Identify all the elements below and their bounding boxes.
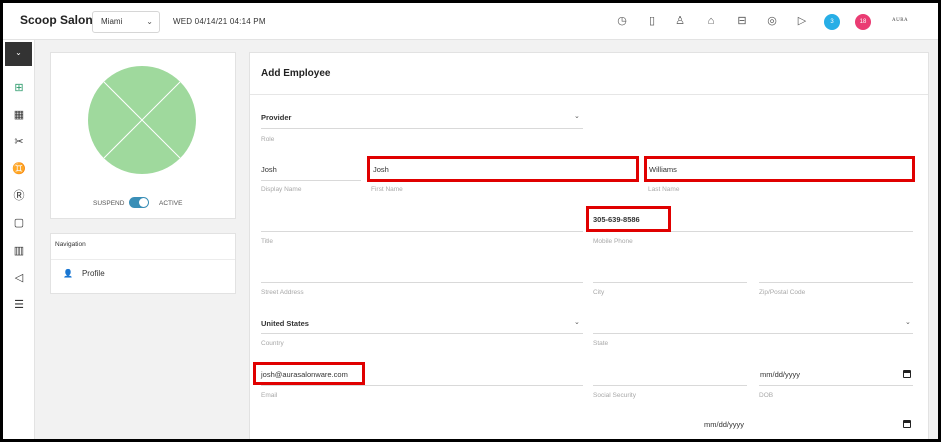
brand-name: Scoop Salon bbox=[20, 13, 93, 27]
icon-rail: ⌄ ⊞ ▦ ✂ ♊ Ⓡ ▢ ▥ ◁ ☰ bbox=[3, 40, 35, 439]
megaphone-icon[interactable]: ◁ bbox=[11, 270, 27, 286]
highlight-first-name bbox=[367, 156, 639, 182]
highlight-last-name bbox=[644, 156, 915, 182]
dob-underline bbox=[759, 385, 913, 386]
title-underline[interactable] bbox=[261, 231, 583, 232]
last-name-label: Last Name bbox=[648, 186, 680, 193]
country-label: Country bbox=[261, 340, 284, 347]
mobile-phone-label: Mobile Phone bbox=[593, 238, 633, 245]
play-icon[interactable]: ▷ bbox=[795, 14, 809, 28]
book-icon[interactable]: ▯ bbox=[645, 14, 659, 28]
calendar-icon[interactable] bbox=[903, 370, 911, 378]
aura-logo: AURA bbox=[892, 18, 909, 23]
ssn-input[interactable] bbox=[593, 385, 747, 386]
highlight-email bbox=[253, 362, 365, 385]
app-window: Scoop Salon Miami ⌄ WED 04/14/21 04:14 P… bbox=[3, 3, 938, 439]
zip-label: Zip/Postal Code bbox=[759, 289, 806, 296]
calendar-icon[interactable] bbox=[903, 420, 911, 428]
chevron-down-icon[interactable]: ⌄ bbox=[574, 112, 580, 120]
divider bbox=[51, 259, 235, 260]
person-icon: 👤 bbox=[63, 269, 73, 278]
lifebuoy-icon[interactable]: ◎ bbox=[765, 14, 779, 28]
status-toggle[interactable] bbox=[129, 197, 149, 208]
street-address-label: Street Address bbox=[261, 289, 304, 296]
avatar-placeholder[interactable] bbox=[88, 66, 196, 174]
email-label: Email bbox=[261, 392, 278, 399]
country-underline bbox=[261, 333, 583, 334]
bar-chart-icon[interactable]: ▥ bbox=[11, 243, 27, 259]
add-appointment-icon[interactable]: ⊞ bbox=[11, 80, 27, 96]
city-label: City bbox=[593, 289, 605, 296]
scissors-icon[interactable]: ✂ bbox=[11, 134, 27, 150]
street-address-input[interactable] bbox=[261, 282, 583, 283]
email-underline bbox=[261, 385, 583, 386]
crowd-icon[interactable]: ♙ bbox=[673, 14, 687, 28]
register-icon[interactable]: ▢ bbox=[11, 215, 27, 231]
suspend-label: SUSPEND bbox=[93, 200, 125, 207]
state-label: State bbox=[593, 340, 609, 347]
chevron-down-icon[interactable]: ⌄ bbox=[905, 318, 911, 326]
display-name-underline bbox=[261, 180, 361, 181]
dob-label: DOB bbox=[759, 392, 774, 399]
calendar-icon[interactable]: ▦ bbox=[11, 107, 27, 123]
display-name-label: Display Name bbox=[261, 186, 302, 193]
city-input[interactable] bbox=[593, 282, 747, 283]
account-icon[interactable]: Ⓡ bbox=[11, 188, 27, 204]
role-select[interactable]: Provider bbox=[261, 113, 291, 122]
display-name-input[interactable]: Josh bbox=[261, 165, 277, 174]
dob-input[interactable]: mm/dd/yyyy bbox=[760, 370, 800, 379]
country-select[interactable]: United States bbox=[261, 319, 309, 328]
nav-item-label: Profile bbox=[81, 269, 105, 278]
current-datetime: WED 04/14/21 04:14 PM bbox=[173, 17, 266, 26]
location-select[interactable]: Miami ⌄ bbox=[92, 11, 160, 33]
role-label: Role bbox=[261, 136, 275, 143]
chart-icon[interactable]: ⌂ bbox=[704, 14, 718, 28]
state-select[interactable] bbox=[593, 333, 913, 334]
date-input[interactable]: mm/dd/yyyy bbox=[704, 420, 744, 429]
notification-badge-pink[interactable]: 18 bbox=[855, 14, 871, 30]
sliders-icon[interactable]: ☰ bbox=[11, 297, 27, 313]
role-underline bbox=[261, 128, 583, 129]
chevron-down-icon: ⌄ bbox=[146, 17, 153, 26]
title-label: Title bbox=[261, 238, 274, 245]
page-title: Add Employee bbox=[261, 68, 331, 79]
register-icon[interactable]: ⊟ bbox=[735, 14, 749, 28]
nav-item-profile[interactable]: 👤 Profile bbox=[63, 269, 105, 278]
chevron-down-icon[interactable]: ⌄ bbox=[574, 318, 580, 326]
ssn-label: Social Security bbox=[593, 392, 636, 399]
first-name-label: First Name bbox=[371, 186, 403, 193]
highlight-mobile-phone bbox=[586, 206, 671, 232]
rail-toggle-button[interactable]: ⌄ bbox=[5, 42, 32, 66]
divider bbox=[250, 94, 928, 95]
notification-badge-blue[interactable]: 3 bbox=[824, 14, 840, 30]
top-bar: Scoop Salon Miami ⌄ WED 04/14/21 04:14 P… bbox=[3, 3, 938, 40]
clock-icon[interactable]: ◷ bbox=[615, 14, 629, 28]
navigation-heading: Navigation bbox=[55, 241, 86, 248]
active-label: ACTIVE bbox=[159, 200, 183, 207]
location-value: Miami bbox=[101, 17, 123, 26]
people-icon[interactable]: ♊ bbox=[11, 161, 27, 177]
zip-input[interactable] bbox=[759, 282, 913, 283]
